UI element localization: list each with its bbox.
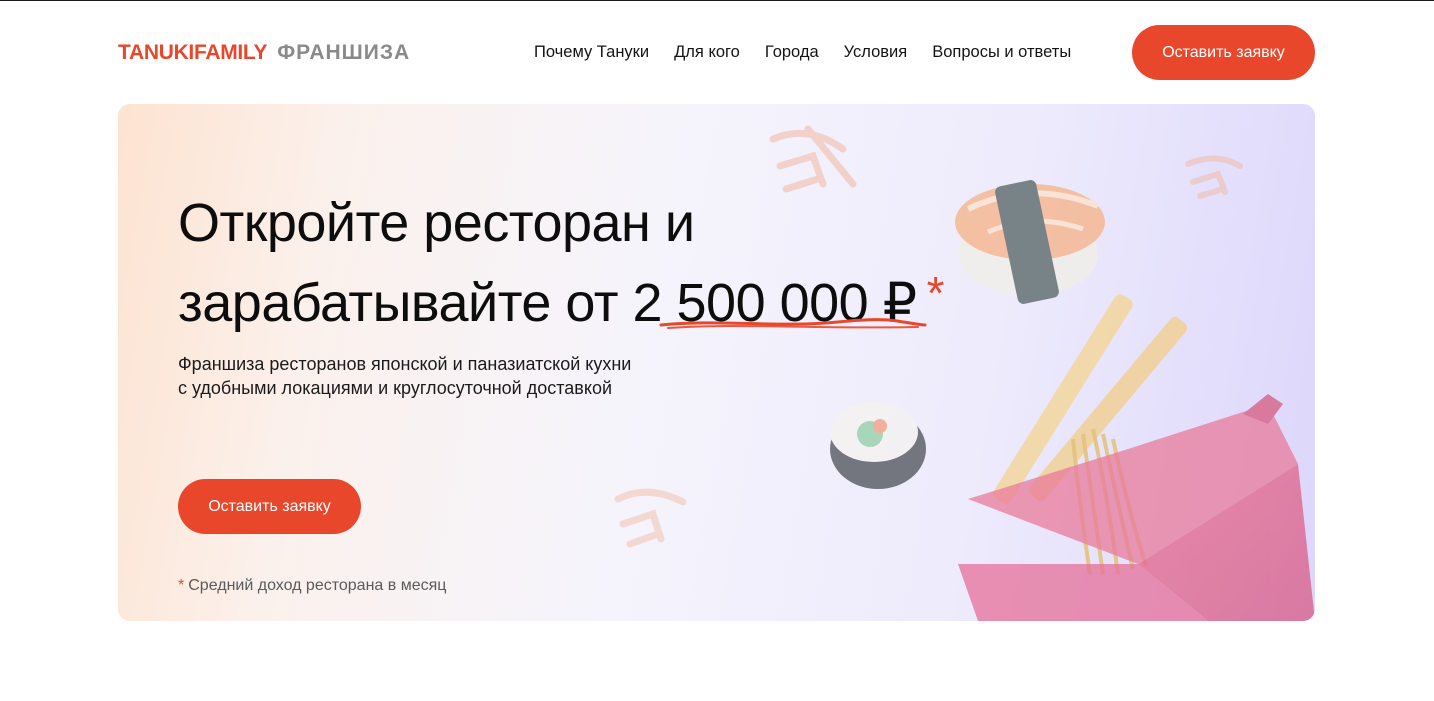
logo-brand: TANUKIFAMILY bbox=[118, 41, 268, 64]
hero-title-line2: зарабатывайте от bbox=[178, 273, 618, 333]
footnote-text: Средний доход ресторана в месяц bbox=[188, 577, 447, 594]
hero-title: Откройте ресторан и зарабатывайте от 2 5… bbox=[178, 188, 1078, 338]
hero-title-asterisk: * bbox=[926, 267, 945, 319]
hero-subtitle-line1: Франшиза ресторанов японской и паназиатс… bbox=[178, 354, 632, 374]
nav-item-faq[interactable]: Вопросы и ответы bbox=[932, 43, 1071, 62]
header-apply-button[interactable]: Оставить заявку bbox=[1132, 25, 1315, 80]
noodle-box-icon bbox=[958, 394, 1315, 621]
nav-item-cities[interactable]: Города bbox=[765, 43, 819, 62]
hero-title-line1: Откройте ресторан и bbox=[178, 193, 695, 253]
site-header: TANUKIFAMILY ФРАНШИЗА Почему Тануки Для к… bbox=[118, 25, 1315, 80]
underline-squiggle-icon bbox=[659, 318, 927, 329]
hero-subtitle-line2: с удобными локациями и круглосуточной до… bbox=[178, 378, 613, 398]
nav-item-why-tanuki[interactable]: Почему Тануки bbox=[534, 43, 649, 62]
hero-banner: Откройте ресторан и зарабатывайте от 2 5… bbox=[118, 104, 1315, 621]
hero-footnote: * Средний доход ресторана в месяц bbox=[178, 577, 446, 595]
footnote-asterisk: * bbox=[178, 577, 185, 594]
japanese-pattern-icon bbox=[1185, 155, 1243, 199]
hero-subtitle: Франшиза ресторанов японской и паназиатс… bbox=[178, 352, 738, 400]
top-border bbox=[0, 0, 1434, 1]
sushi-roll-icon bbox=[830, 402, 926, 489]
japanese-pattern-icon bbox=[769, 125, 857, 193]
nav-item-for-whom[interactable]: Для кого bbox=[674, 43, 740, 62]
logo[interactable]: TANUKIFAMILY ФРАНШИЗА bbox=[118, 41, 410, 65]
logo-suffix: ФРАНШИЗА bbox=[277, 41, 411, 64]
main-nav: Почему Тануки Для кого Города Условия Во… bbox=[534, 43, 1071, 62]
hero-apply-button[interactable]: Оставить заявку bbox=[178, 479, 361, 534]
japanese-pattern-icon bbox=[614, 488, 687, 548]
nav-item-conditions[interactable]: Условия bbox=[844, 43, 908, 62]
